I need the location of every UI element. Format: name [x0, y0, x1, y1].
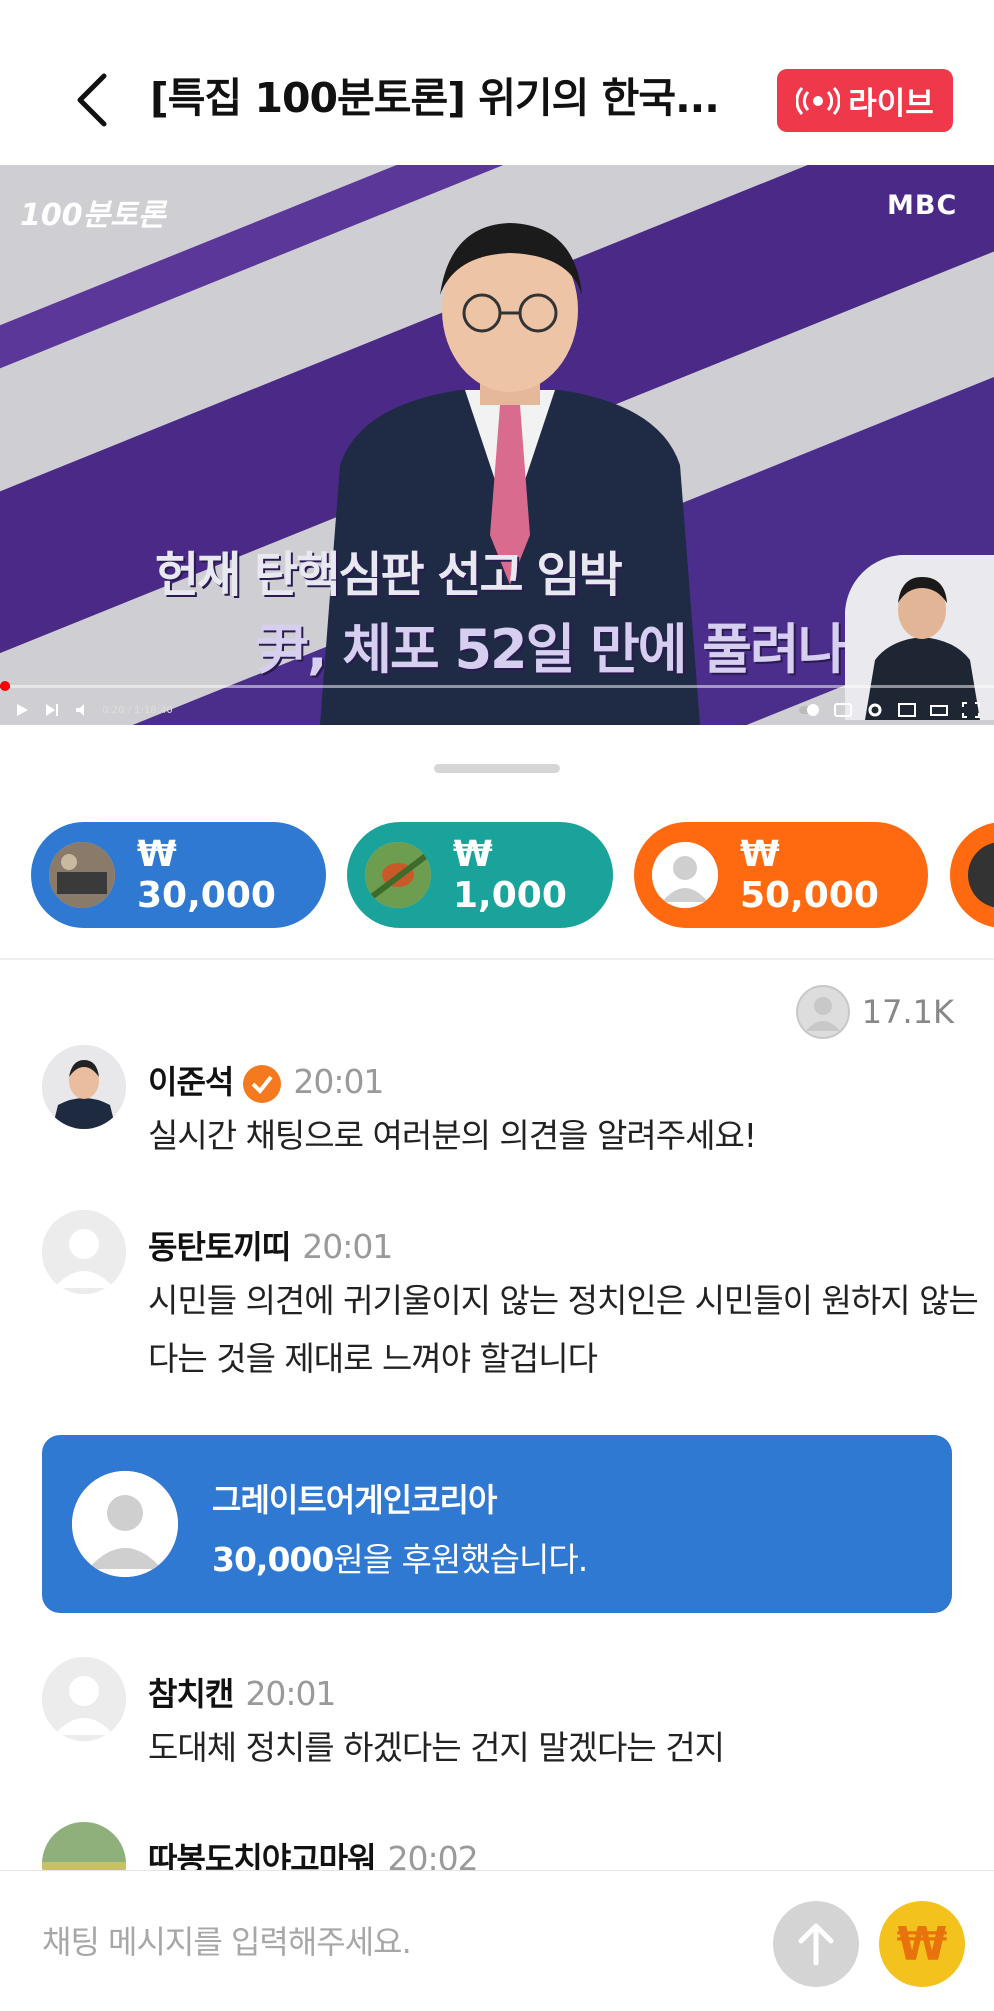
video-player[interactable]: 100분토론 MBC 헌재 탄핵심판 선고 임박 尹, 체포 52일 만에 풀려…	[0, 165, 994, 725]
page-title: [특집 100분토론] 위기의 한국...	[150, 74, 720, 122]
send-button[interactable]	[773, 1901, 859, 1987]
program-logo: 100분토론	[20, 198, 166, 233]
donation-card-suffix: 원을 후원했습니다.	[333, 1540, 588, 1579]
donation-text: 30,000원을 후원했습니다.	[212, 1533, 588, 1581]
chat-message: 동탄토끼띠 20:01 시민들 의견에 귀기울이지 않는 정치인은 시민들이 원하…	[42, 1210, 979, 1390]
progress-bar[interactable]	[0, 681, 994, 691]
chat-message: 이준석 20:01 실시간 채팅으로 여러분의 의견을 알려주세요!	[42, 1045, 962, 1155]
message-text: 시민들 의견에 귀기울이지 않는 정치인은 시민들이 원하지 않는다는 것을 제…	[148, 1281, 979, 1378]
author-name: 동탄토끼띠	[148, 1228, 291, 1266]
author-name: 따봉도치야고마워	[148, 1840, 377, 1870]
avatar[interactable]	[42, 1822, 126, 1870]
default-avatar-icon[interactable]	[42, 1657, 126, 1741]
chat-input-bar: 채팅 메시지를 입력해주세요. ₩	[0, 1870, 994, 2011]
time-display: 0:20 / 1:18:40	[102, 704, 173, 716]
player-right-controls	[798, 702, 980, 718]
donation-pill[interactable]	[950, 822, 994, 928]
message-text: 실시간 채팅으로 여러분의 의견을 알려주세요!	[148, 1116, 757, 1155]
message-time: 20:01	[302, 1227, 393, 1266]
chat-author: 따봉도치야고마워 20:02	[148, 1834, 479, 1870]
progress-handle[interactable]	[0, 681, 10, 691]
default-avatar-icon[interactable]	[42, 1210, 126, 1294]
drag-handle[interactable]	[434, 764, 560, 773]
avatar	[49, 842, 115, 908]
donor-name: 그레이트어게인코리아	[212, 1481, 497, 1519]
channel-logo: MBC	[887, 190, 958, 221]
author-name: 참치캔	[148, 1675, 234, 1713]
user-icon	[795, 985, 850, 1039]
verified-badge-icon	[243, 1065, 282, 1103]
donation-pill[interactable]: ₩ 30,000	[31, 822, 326, 928]
divider	[0, 958, 994, 960]
play-icon[interactable]	[14, 702, 30, 718]
chat-input[interactable]: 채팅 메시지를 입력해주세요.	[42, 1917, 412, 1963]
miniplayer-icon[interactable]	[898, 702, 916, 718]
arrow-up-icon	[798, 1923, 834, 1966]
autoplay-toggle-icon[interactable]	[798, 702, 820, 718]
viewer-count-text: 17.1K	[861, 993, 954, 1031]
live-badge[interactable]: 라이브	[777, 69, 953, 132]
message-time: 20:02	[387, 1839, 479, 1870]
won-icon: ₩	[896, 1917, 948, 1971]
volume-icon[interactable]	[74, 702, 90, 718]
avatar	[968, 842, 994, 908]
header: [특집 100분토론] 위기의 한국... 라이브	[0, 0, 994, 165]
chat-author: 참치캔 20:01	[148, 1669, 336, 1715]
chat-message: 따봉도치야고마워 20:02	[42, 1822, 962, 1870]
donation-pill[interactable]: ₩ 1,000	[347, 822, 613, 928]
subtitles-icon[interactable]	[834, 702, 852, 718]
settings-icon[interactable]	[866, 702, 884, 718]
next-icon[interactable]	[44, 702, 60, 718]
donation-amount: ₩ 1,000	[453, 834, 567, 916]
caption-line2: 尹, 체포 52일 만에 풀려나	[255, 618, 847, 681]
back-arrow-icon[interactable]	[70, 70, 114, 130]
message-time: 20:01	[245, 1674, 336, 1713]
caption-line1: 헌재 탄핵심판 선고 임박	[155, 547, 623, 603]
donation-message-card: 그레이트어게인코리아 30,000원을 후원했습니다.	[42, 1435, 952, 1613]
player-controls: 0:20 / 1:18:40	[0, 695, 994, 725]
chat-author: 동탄토끼띠 20:01	[148, 1222, 393, 1268]
default-avatar-icon	[72, 1471, 178, 1577]
donation-amount: ₩ 30,000	[137, 834, 276, 916]
donation-ranking: ₩ 30,000 ₩ 1,000 ₩ 50,000	[0, 822, 994, 928]
viewer-count: 17.1K	[795, 985, 954, 1039]
message-text: 도대체 정치를 하겠다는 건지 말겠다는 건지	[148, 1728, 725, 1767]
theater-icon[interactable]	[930, 702, 948, 718]
donation-amount: ₩ 50,000	[740, 834, 879, 916]
default-avatar-icon	[652, 842, 718, 908]
fullscreen-icon[interactable]	[962, 702, 980, 718]
author-name: 이준석	[148, 1063, 234, 1101]
live-label: 라이브	[848, 86, 934, 122]
chat-author: 이준석 20:01	[148, 1057, 384, 1103]
avatar	[365, 842, 431, 908]
chat-message: 참치캔 20:01 도대체 정치를 하겠다는 건지 말겠다는 건지	[42, 1657, 962, 1777]
donation-card-amount: 30,000	[212, 1540, 334, 1579]
avatar[interactable]	[42, 1045, 126, 1129]
donate-button[interactable]: ₩	[879, 1901, 965, 1987]
broadcast-icon	[796, 86, 841, 115]
donation-pill[interactable]: ₩ 50,000	[634, 822, 928, 928]
message-time: 20:01	[293, 1062, 384, 1101]
